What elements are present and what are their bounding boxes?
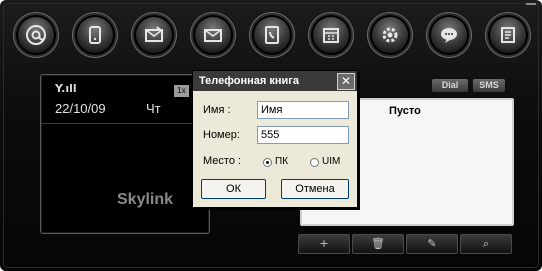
settings-gear-icon[interactable] — [370, 15, 410, 55]
multiplier-badge: 1x — [174, 85, 189, 97]
number-field[interactable]: 555 — [257, 126, 349, 144]
name-field[interactable]: Имя — [257, 101, 349, 119]
chat-bubble-icon[interactable] — [429, 15, 469, 55]
place-label: Место : — [203, 155, 242, 167]
notes-icon[interactable] — [488, 15, 528, 55]
delete-button[interactable]: 🗑 — [352, 234, 404, 254]
operator-name: Skylink — [117, 191, 174, 208]
empty-list-label: Пусто — [389, 105, 421, 117]
close-icon[interactable]: ✕ — [337, 73, 355, 90]
phonebook-icon[interactable] — [252, 15, 292, 55]
toolbar — [12, 15, 532, 57]
search-button[interactable]: ⌕ — [460, 234, 512, 254]
number-label: Номер: — [203, 129, 240, 141]
cancel-button[interactable]: Отмена — [281, 179, 349, 199]
phone-manager-window: Y.ıll 22/10/09 Чт Skylink 1x Dial SMS Пу… — [0, 0, 542, 271]
radio-pc[interactable] — [263, 158, 272, 167]
sms-button[interactable]: SMS — [473, 79, 505, 92]
signal-strength-icon: Y.ıll — [55, 82, 77, 95]
weekday-label: Чт — [146, 101, 161, 116]
compose-message-icon[interactable] — [134, 15, 174, 55]
radio-uim[interactable] — [310, 158, 319, 167]
radio-uim-label: UIM — [322, 156, 341, 167]
add-button[interactable]: + — [298, 234, 350, 254]
name-label: Имя : — [203, 104, 231, 116]
minimize-button[interactable] — [526, 3, 536, 9]
phone-icon[interactable] — [75, 15, 115, 55]
phonebook-dialog: Телефонная книга ✕ Имя : Имя Номер: 555 … — [192, 70, 358, 208]
panel-divider — [41, 123, 209, 124]
date-label: 22/10/09 — [55, 101, 106, 116]
radio-pc-label: ПК — [275, 156, 289, 167]
ok-button[interactable]: ОК — [201, 179, 266, 199]
envelope-icon[interactable] — [193, 15, 233, 55]
dial-button[interactable]: Dial — [432, 79, 468, 92]
at-sign-icon[interactable] — [16, 15, 56, 55]
calendar-icon[interactable] — [311, 15, 351, 55]
phone-status-panel: Y.ıll 22/10/09 Чт Skylink — [40, 74, 210, 234]
edit-button[interactable]: ✎ — [406, 234, 458, 254]
dialog-title: Телефонная книга — [193, 71, 357, 91]
